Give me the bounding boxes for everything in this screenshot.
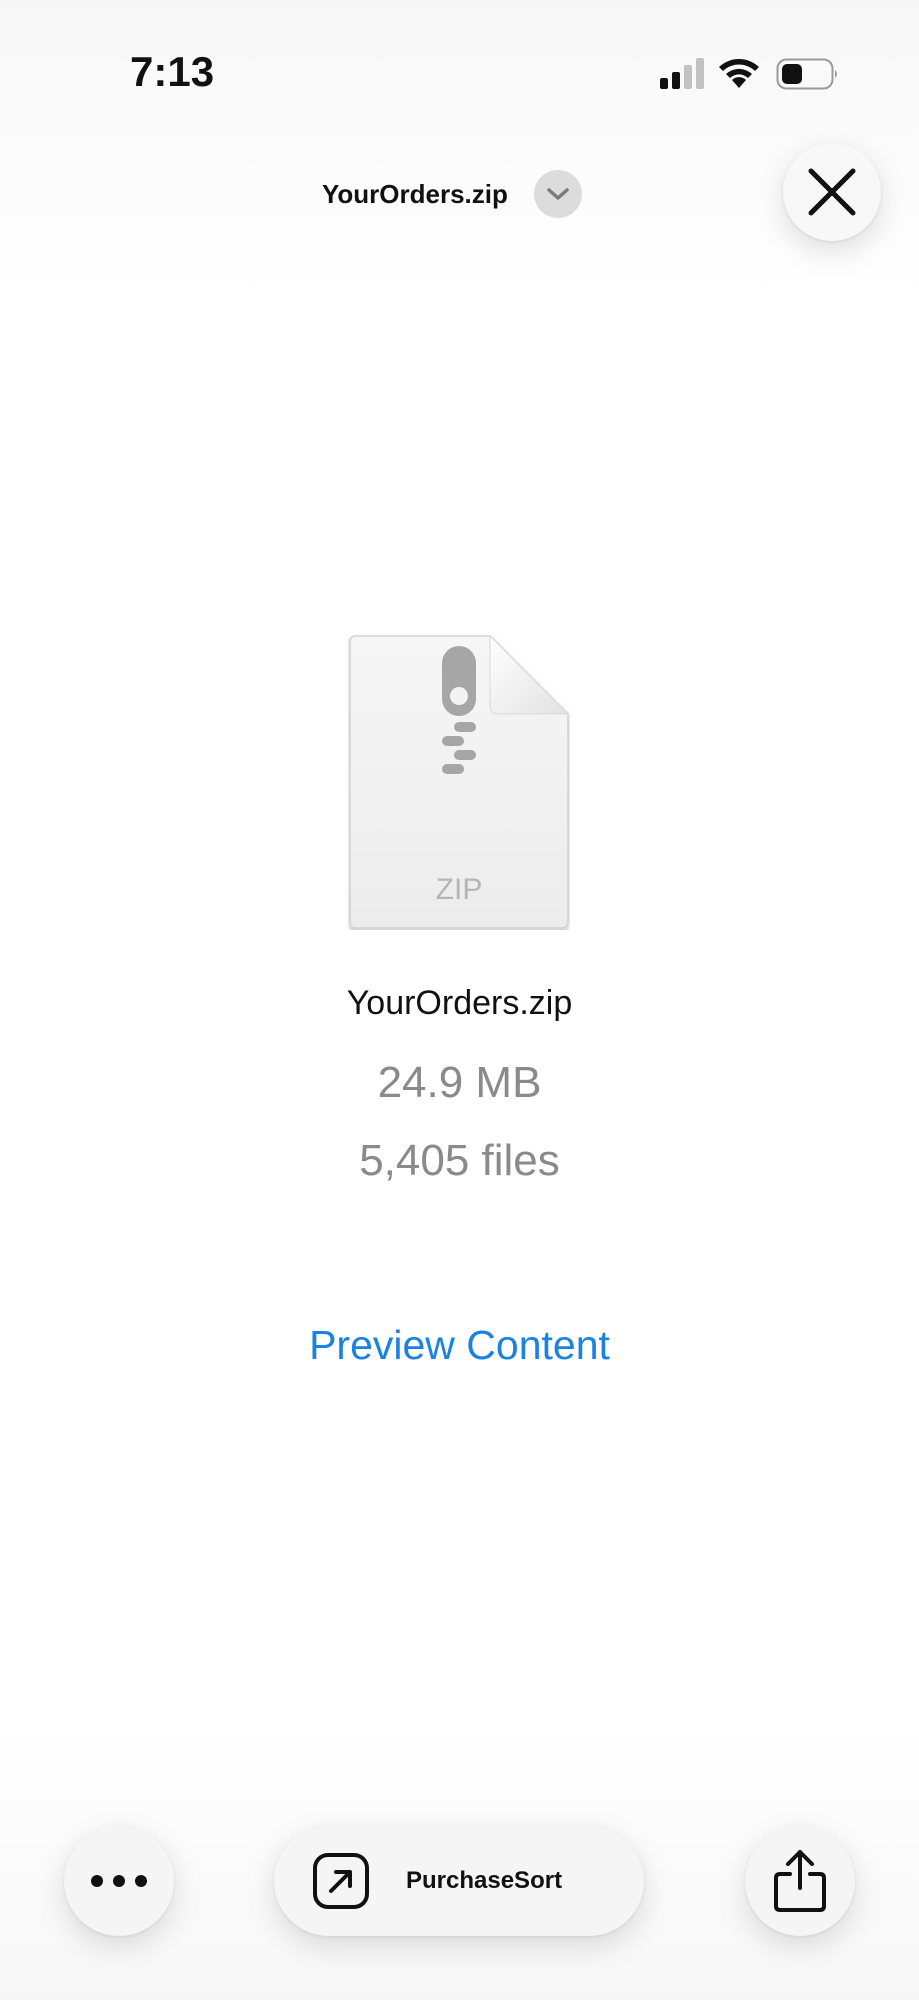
header-title[interactable]: YourOrders.zip: [322, 170, 508, 218]
file-size: 24.9 MB: [377, 1058, 542, 1107]
more-button[interactable]: [64, 1826, 174, 1936]
header-title-group[interactable]: YourOrders.zip: [322, 170, 582, 218]
wifi-icon: [719, 59, 759, 88]
open-in-app-button[interactable]: PurchaseSort: [274, 1826, 644, 1936]
preview-content-button[interactable]: Preview Content: [0, 1322, 919, 1369]
open-in-app-icon: [313, 1853, 369, 1909]
share-icon: [774, 1850, 826, 1912]
chevron-down-icon[interactable]: [533, 170, 582, 218]
file-count: 5,405 files: [359, 1136, 560, 1185]
zip-file-icon-label: ZIP: [436, 873, 483, 906]
open-in-app-label: PurchaseSort: [406, 1867, 563, 1894]
status-time: 7:13: [130, 48, 215, 95]
cellular-signal-icon: [660, 58, 704, 89]
battery-icon: [776, 58, 837, 90]
quick-look-screen: 7:13 YourOrders.zip ZIP YourOrders.zip 2…: [0, 0, 919, 2000]
more-icon: [91, 1875, 147, 1887]
share-button[interactable]: [745, 1826, 855, 1936]
zip-file-icon: ZIP: [349, 634, 570, 929]
close-button[interactable]: [783, 143, 881, 241]
file-name: YourOrders.zip: [346, 984, 573, 1022]
close-icon: [808, 168, 856, 216]
